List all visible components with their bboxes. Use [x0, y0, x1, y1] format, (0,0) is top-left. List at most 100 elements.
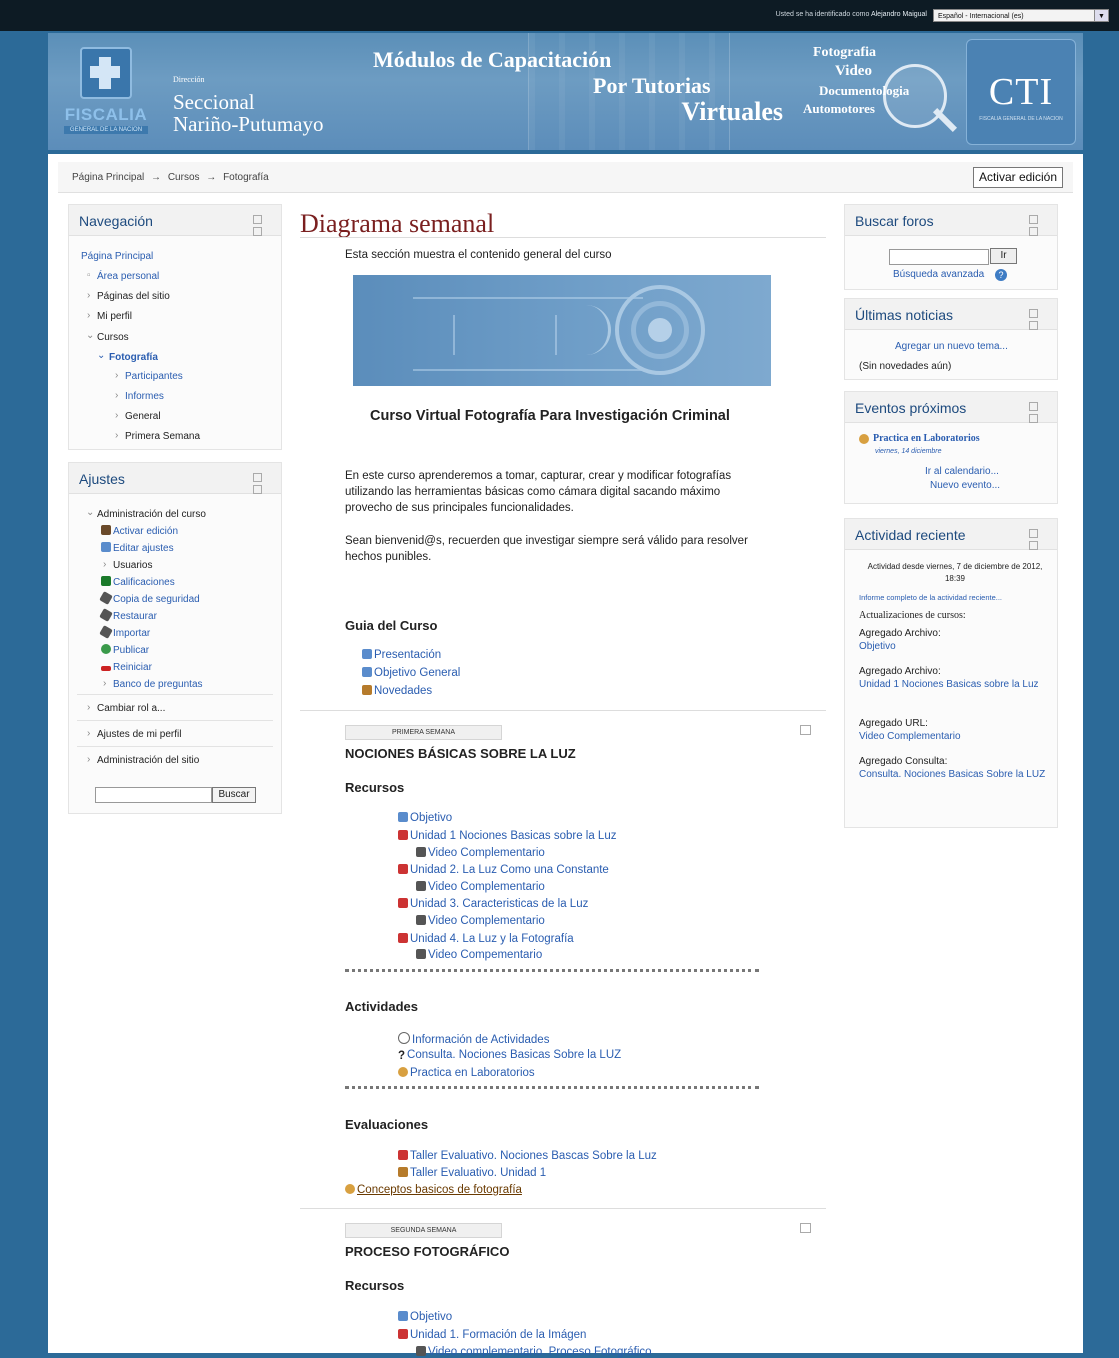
- resource-link[interactable]: Unidad 1. Formación de la Imágen: [410, 1329, 586, 1341]
- settings-search-button[interactable]: Buscar: [212, 787, 256, 803]
- resource-item[interactable]: Video Complementario: [416, 915, 545, 927]
- guide-presentacion[interactable]: Presentación: [374, 649, 441, 661]
- course-admin[interactable]: Administración del curso: [97, 509, 206, 520]
- admin-activate-edit[interactable]: Activar edición: [113, 526, 178, 537]
- resource-item[interactable]: Unidad 2. La Luz Como una Constante: [398, 864, 609, 876]
- my-profile-settings[interactable]: Ajustes de mi perfil: [97, 729, 181, 740]
- nav-participants[interactable]: Participantes: [125, 371, 183, 382]
- resource-item[interactable]: Unidad 3. Caracteristicas de la Luz: [398, 898, 588, 910]
- admin-publish[interactable]: Publicar: [113, 645, 149, 656]
- guide-novedades[interactable]: Novedades: [374, 685, 432, 697]
- guide-item[interactable]: Novedades: [362, 685, 432, 697]
- dock-icon[interactable]: [253, 485, 262, 494]
- resource-link[interactable]: Video complementario. Proceso Fotográfic…: [428, 1346, 652, 1358]
- resource-link[interactable]: Video Compementario: [428, 949, 542, 961]
- nav-site-pages[interactable]: Páginas del sitio: [97, 291, 170, 302]
- resource-link[interactable]: Video Complementario: [428, 847, 545, 859]
- admin-edit-settings[interactable]: Editar ajustes: [113, 543, 174, 554]
- admin-restore[interactable]: Restaurar: [113, 611, 157, 622]
- collapse-icon[interactable]: [253, 215, 262, 224]
- forum-search-button[interactable]: Ir: [990, 248, 1017, 264]
- block-controls[interactable]: [1027, 309, 1047, 330]
- resource-item[interactable]: Unidad 4. La Luz y la Fotografía: [398, 933, 574, 945]
- evaluation-item[interactable]: Taller Evaluativo. Unidad 1: [398, 1167, 546, 1179]
- activate-edit-button[interactable]: Activar edición: [972, 167, 1063, 188]
- activity-link[interactable]: Información de Actividades: [412, 1034, 549, 1046]
- resource-link[interactable]: Video Complementario: [428, 915, 545, 927]
- resource-item[interactable]: Video Compementario: [416, 949, 542, 961]
- dock-icon[interactable]: [1029, 227, 1038, 236]
- update-link[interactable]: Unidad 1 Nociones Basicas sobre la Luz: [859, 679, 1047, 691]
- admin-backup[interactable]: Copia de seguridad: [113, 594, 200, 605]
- admin-users[interactable]: Usuarios: [113, 560, 152, 571]
- activity-item[interactable]: Practica en Laboratorios: [398, 1067, 535, 1079]
- guide-item[interactable]: Presentación: [362, 649, 441, 661]
- user-name-link[interactable]: Alejandro Maigual: [871, 11, 927, 18]
- resource-item[interactable]: Video Complementario: [416, 847, 545, 859]
- update-link[interactable]: Objetivo: [859, 641, 896, 653]
- week-highlight-checkbox[interactable]: [800, 725, 811, 735]
- nav-course-fotografia[interactable]: Fotografía: [109, 352, 158, 363]
- dock-icon[interactable]: [1029, 541, 1038, 550]
- evaluation-link[interactable]: Taller Evaluativo. Nociones Bascas Sobre…: [410, 1150, 657, 1162]
- evaluation-item[interactable]: Taller Evaluativo. Nociones Bascas Sobre…: [398, 1150, 657, 1162]
- block-controls[interactable]: [251, 473, 271, 494]
- block-controls[interactable]: [1027, 402, 1047, 423]
- dock-icon[interactable]: [253, 227, 262, 236]
- nav-reports[interactable]: Informes: [125, 391, 164, 402]
- update-link[interactable]: Video Complementario: [859, 731, 961, 743]
- week-highlight-checkbox[interactable]: [800, 1223, 811, 1233]
- breadcrumb-courses[interactable]: Cursos: [168, 172, 200, 183]
- update-link[interactable]: Consulta. Nociones Basicas Sobre la LUZ: [859, 769, 1047, 781]
- help-icon[interactable]: ?: [995, 269, 1007, 281]
- resource-link[interactable]: Objetivo: [410, 812, 452, 824]
- nav-home[interactable]: Página Principal: [81, 251, 153, 262]
- evaluation-link[interactable]: Taller Evaluativo. Unidad 1: [410, 1167, 546, 1179]
- activity-link[interactable]: Consulta. Nociones Basicas Sobre la LUZ: [407, 1049, 621, 1061]
- switch-role[interactable]: Cambiar rol a...: [97, 703, 165, 714]
- collapse-icon[interactable]: [1029, 215, 1038, 224]
- extra-link[interactable]: Conceptos basicos de fotografía: [357, 1184, 522, 1196]
- nav-first-week[interactable]: Primera Semana: [125, 431, 200, 442]
- settings-search-input[interactable]: [95, 787, 212, 803]
- collapse-icon[interactable]: [1029, 529, 1038, 538]
- activity-item[interactable]: Información de Actividades: [398, 1032, 549, 1046]
- forum-search-input[interactable]: [889, 249, 989, 265]
- extra-item[interactable]: Conceptos basicos de fotografía: [345, 1184, 522, 1196]
- dock-icon[interactable]: [1029, 321, 1038, 330]
- resource-item[interactable]: Objetivo: [398, 1311, 452, 1323]
- resource-link[interactable]: Unidad 2. La Luz Como una Constante: [410, 864, 609, 876]
- advanced-search-link[interactable]: Búsqueda avanzada: [893, 269, 984, 281]
- nav-area-personal[interactable]: Área personal: [97, 271, 159, 282]
- site-admin[interactable]: Administración del sitio: [97, 755, 199, 766]
- block-controls[interactable]: [251, 215, 271, 236]
- nav-my-profile[interactable]: Mi perfil: [97, 311, 132, 322]
- resource-item[interactable]: Video Complementario: [416, 881, 545, 893]
- collapse-icon[interactable]: [253, 473, 262, 482]
- dock-icon[interactable]: [1029, 414, 1038, 423]
- resource-link[interactable]: Unidad 1 Nociones Basicas sobre la Luz: [410, 830, 616, 842]
- breadcrumb-home[interactable]: Página Principal: [72, 172, 144, 183]
- guide-item[interactable]: Objetivo General: [362, 667, 460, 679]
- admin-question-bank[interactable]: Banco de preguntas: [113, 679, 203, 690]
- add-topic-link[interactable]: Agregar un nuevo tema...: [895, 341, 1008, 353]
- event-link[interactable]: Practica en Laboratorios: [873, 433, 980, 445]
- collapse-icon[interactable]: [1029, 309, 1038, 318]
- nav-courses[interactable]: Cursos: [97, 332, 129, 343]
- resource-link[interactable]: Objetivo: [410, 1311, 452, 1323]
- calendar-link[interactable]: Ir al calendario...: [925, 466, 999, 478]
- admin-grades[interactable]: Calificaciones: [113, 577, 175, 588]
- full-report-link[interactable]: Informe completo de la actividad recient…: [859, 592, 1002, 604]
- resource-item[interactable]: Objetivo: [398, 812, 452, 824]
- block-controls[interactable]: [1027, 215, 1047, 236]
- collapse-icon[interactable]: [1029, 402, 1038, 411]
- resource-item[interactable]: Unidad 1. Formación de la Imágen: [398, 1329, 586, 1341]
- admin-reset[interactable]: Reiniciar: [113, 662, 152, 673]
- new-event-link[interactable]: Nuevo evento...: [930, 480, 1000, 492]
- block-controls[interactable]: [1027, 529, 1047, 550]
- resource-item[interactable]: Unidad 1 Nociones Basicas sobre la Luz: [398, 830, 616, 842]
- resource-link[interactable]: Video Complementario: [428, 881, 545, 893]
- activity-item[interactable]: ? Consulta. Nociones Basicas Sobre la LUZ: [398, 1049, 621, 1062]
- activity-link[interactable]: Practica en Laboratorios: [410, 1067, 535, 1079]
- resource-item[interactable]: Video complementario. Proceso Fotográfic…: [416, 1346, 652, 1358]
